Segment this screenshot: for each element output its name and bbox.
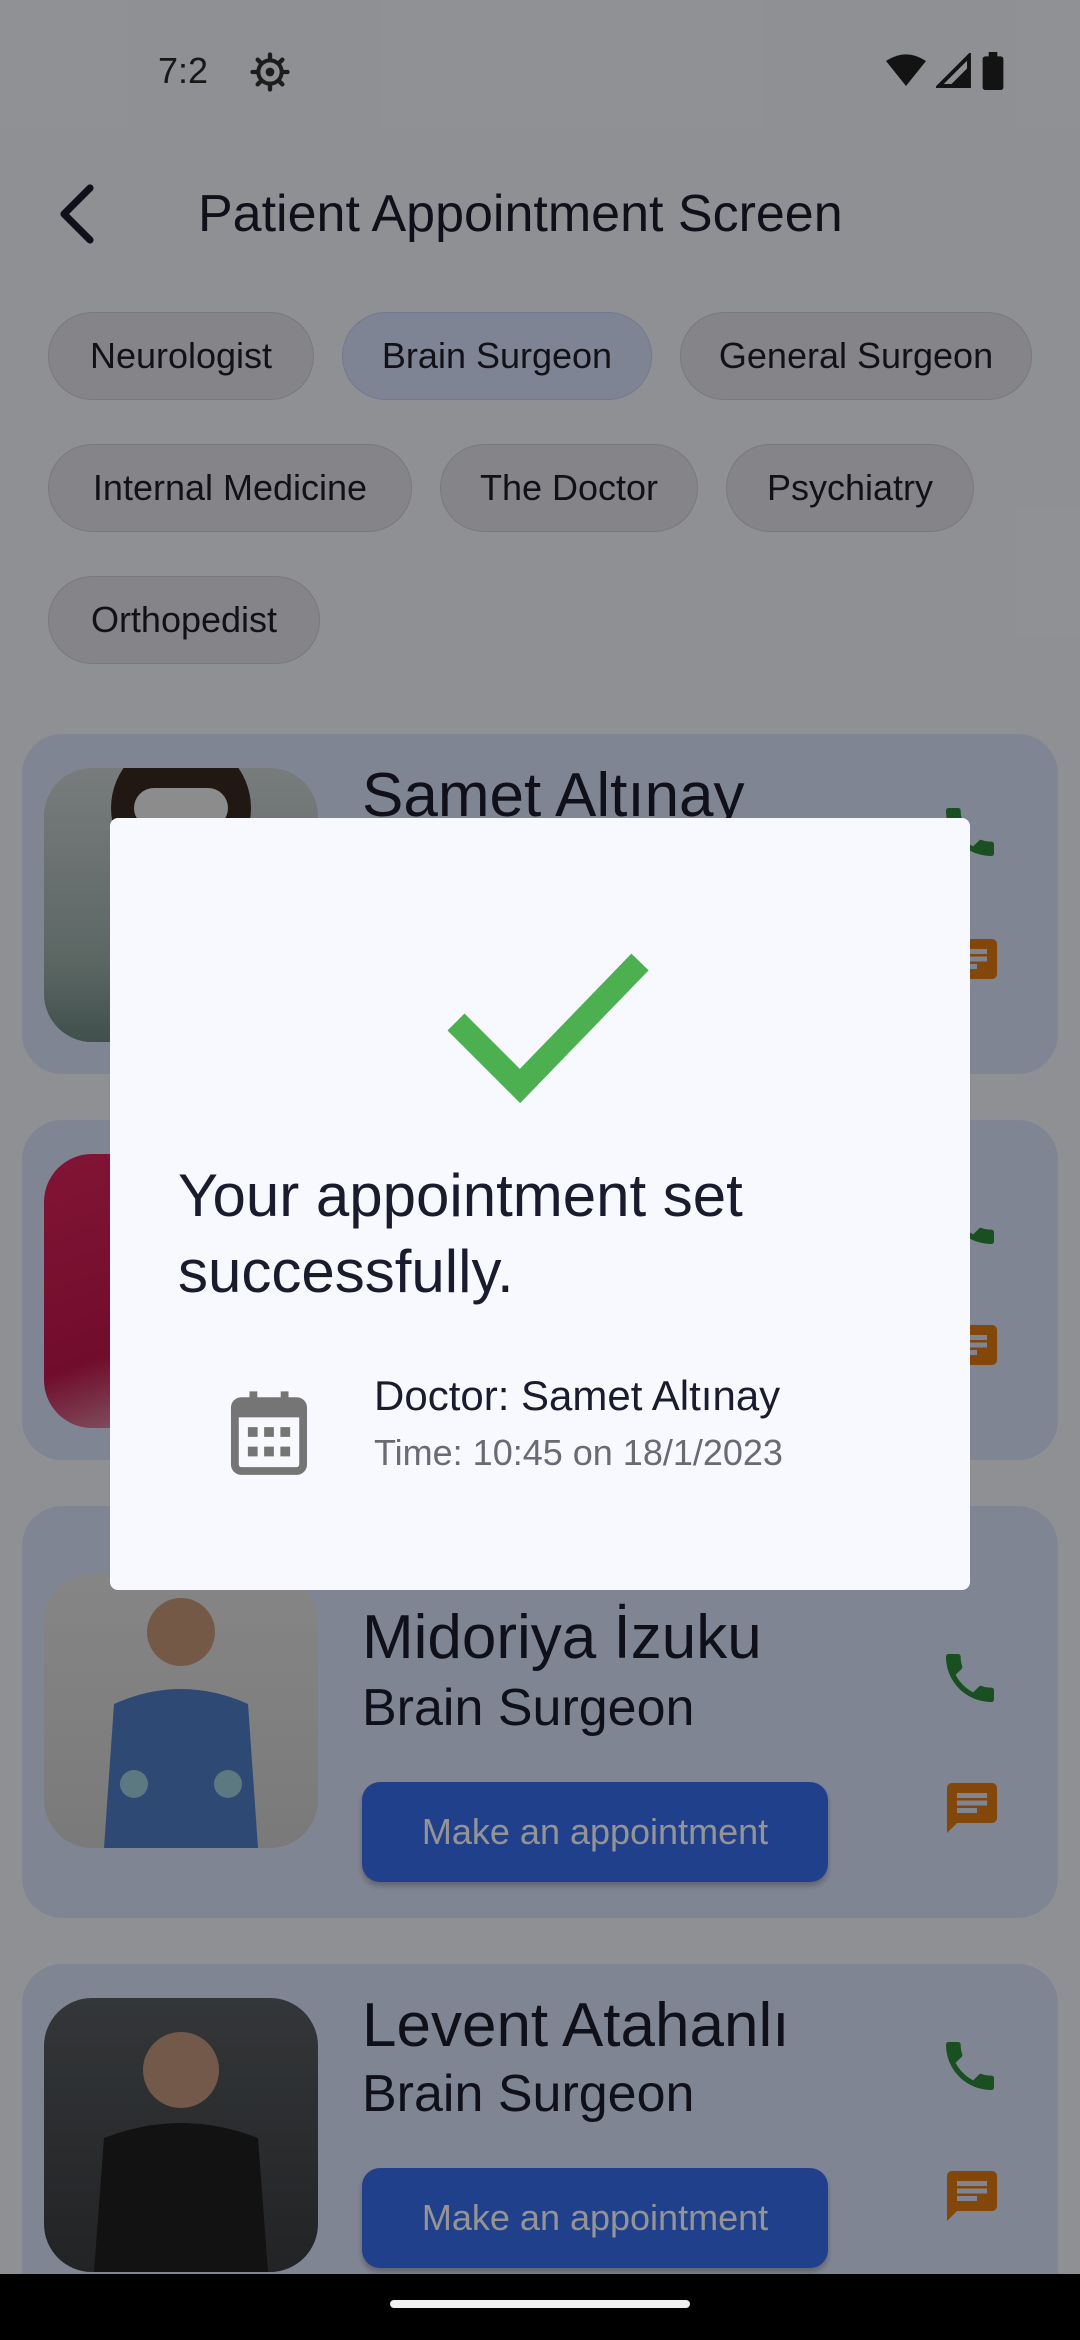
appointment-doctor: Doctor: Samet Altınay: [374, 1372, 781, 1419]
checkmark-icon: [447, 953, 649, 1104]
calendar-icon: [230, 1391, 308, 1475]
home-handle[interactable]: [390, 2300, 690, 2308]
appointment-success-dialog: Your appointment set successfully. Docto…: [110, 818, 970, 1590]
appointment-time: Time: 10:45 on 18/1/2023: [374, 1432, 783, 1473]
success-message: Your appointment set successfully.: [178, 1162, 743, 1305]
